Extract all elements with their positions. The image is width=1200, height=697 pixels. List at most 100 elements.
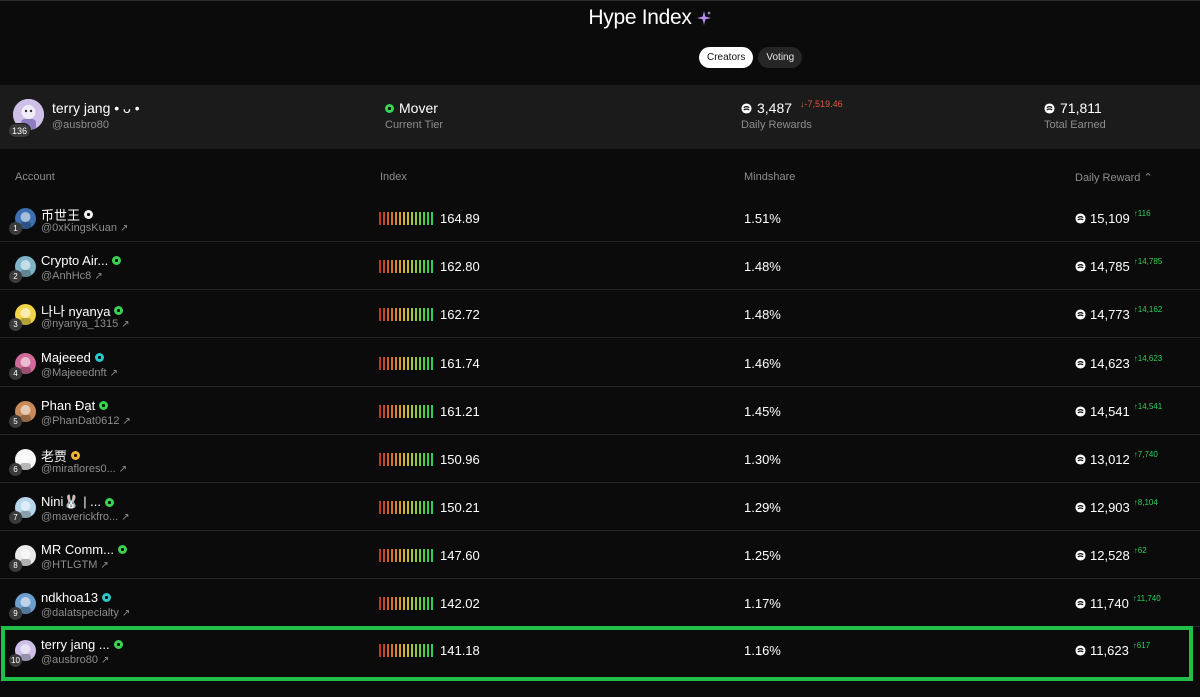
index-bars bbox=[379, 501, 433, 514]
daily-reward-delta: ↑14,623 bbox=[1133, 354, 1163, 363]
index-bar bbox=[419, 453, 421, 466]
index-bar bbox=[427, 597, 429, 610]
rank-badge: 3 bbox=[9, 318, 22, 331]
table-row[interactable]: 2 Crypto Air... @AnhHc8 ↗ 162.80 1.48% 14,785 ↑… bbox=[0, 242, 1200, 290]
index-bar bbox=[403, 260, 405, 273]
account-name[interactable]: Majeeed bbox=[41, 350, 104, 365]
index-bar bbox=[383, 357, 385, 370]
index-bar bbox=[423, 212, 425, 225]
external-link-icon[interactable]: ↗ bbox=[101, 655, 109, 666]
table-row[interactable]: 8 MR Comm... @HTLGTM ↗ 147.60 1.25% 12,528 ↑62 bbox=[0, 531, 1200, 579]
account-handle[interactable]: @dalatspecialty ↗ bbox=[41, 607, 130, 619]
account-handle[interactable]: @Majeeednft ↗ bbox=[41, 367, 118, 379]
daily-reward-value: 12,528 bbox=[1090, 548, 1130, 563]
index-bar bbox=[403, 308, 405, 321]
index-bar bbox=[387, 549, 389, 562]
account-name[interactable]: terry jang ... bbox=[41, 637, 123, 652]
account-name[interactable]: Crypto Air... bbox=[41, 253, 122, 268]
daily-reward: 14,541 ↑14,541 bbox=[1075, 402, 1163, 419]
table-row[interactable]: 4 Majeeed @Majeeednft ↗ 161.74 1.46% 14,623 ↑14… bbox=[0, 339, 1200, 387]
account-handle[interactable]: @ausbro80 ↗ bbox=[41, 654, 109, 666]
index-bar bbox=[411, 405, 413, 418]
account-name[interactable]: ndkhoa13 bbox=[41, 590, 112, 605]
user-handle[interactable]: @ausbro80 bbox=[52, 119, 109, 131]
external-link-icon[interactable]: ↗ bbox=[121, 319, 129, 330]
account-name[interactable]: Phan Đạt bbox=[41, 398, 109, 413]
index-bar bbox=[387, 644, 389, 657]
index-bar bbox=[423, 549, 425, 562]
index-bar bbox=[423, 453, 425, 466]
index-bar bbox=[379, 260, 381, 273]
hype-index-page: Hype Index Creators Voting 136 terry jan… bbox=[0, 0, 1200, 697]
index-bar bbox=[383, 453, 385, 466]
index-bar bbox=[403, 597, 405, 610]
tier-badge-icon bbox=[114, 306, 124, 315]
index-bar bbox=[399, 212, 401, 225]
account-name[interactable]: MR Comm... bbox=[41, 542, 127, 557]
sparkle-icon bbox=[696, 11, 711, 25]
tab-creators[interactable]: Creators bbox=[699, 47, 754, 68]
daily-reward: 13,012 ↑7,740 bbox=[1075, 450, 1158, 467]
table-row[interactable]: 5 Phan Đạt @PhanDat0612 ↗ 161.21 1.45% 14,541 ↑… bbox=[0, 387, 1200, 435]
view-tabs: Creators Voting bbox=[699, 47, 803, 68]
table-row[interactable]: 6 老贾 @miraflores0... ↗ 150.96 1.30% 13,012 ↑7,7… bbox=[0, 435, 1200, 483]
daily-reward-delta: ↑14,785 bbox=[1133, 257, 1163, 266]
account-handle-text: @miraflores0... bbox=[41, 463, 116, 475]
table-row[interactable]: 7 Nini🐰 | ... @maverickfro... ↗ 150.21 1.29% 1… bbox=[0, 483, 1200, 531]
tier-badge-icon bbox=[112, 256, 122, 265]
external-link-icon[interactable]: ↗ bbox=[100, 560, 108, 571]
table-row[interactable]: 1 币世王 @0xKingsKuan ↗ 164.89 1.51% 15,109 ↑116 bbox=[0, 194, 1200, 242]
account-name-text: ndkhoa13 bbox=[41, 590, 99, 605]
index-bar bbox=[399, 260, 401, 273]
index-bar bbox=[387, 405, 389, 418]
account-handle[interactable]: @nyanya_1315 ↗ bbox=[41, 318, 130, 330]
table-row[interactable]: 9 ndkhoa13 @dalatspecialty ↗ 142.02 1.17% 11,7… bbox=[0, 579, 1200, 627]
external-link-icon[interactable]: ↗ bbox=[110, 368, 118, 379]
index-bar bbox=[383, 549, 385, 562]
index-value: 150.21 bbox=[440, 500, 480, 515]
index-bars bbox=[379, 644, 433, 657]
mindshare-value: 1.51% bbox=[744, 211, 781, 226]
index-bar bbox=[427, 501, 429, 514]
index-bar bbox=[395, 260, 397, 273]
index-bar bbox=[419, 644, 421, 657]
daily-reward-delta: ↑14,541 bbox=[1133, 402, 1163, 411]
index-bar bbox=[411, 357, 413, 370]
daily-rewards-label: Daily Rewards bbox=[741, 119, 812, 131]
rank-badge: 4 bbox=[9, 367, 22, 380]
table-row[interactable]: 10 terry jang ... @ausbro80 ↗ 141.18 1.16% 11,… bbox=[1, 626, 1193, 681]
coin-icon bbox=[1044, 102, 1055, 114]
index-value: 162.80 bbox=[440, 259, 480, 274]
account-handle[interactable]: @AnhHc8 ↗ bbox=[41, 270, 103, 282]
tier-badge-icon bbox=[99, 401, 109, 410]
external-link-icon[interactable]: ↗ bbox=[119, 464, 127, 475]
tier-badge-icon bbox=[385, 103, 394, 113]
index-bar bbox=[391, 405, 393, 418]
account-handle[interactable]: @HTLGTM ↗ bbox=[41, 559, 109, 571]
account-handle-text: @AnhHc8 bbox=[41, 270, 92, 282]
index-bar bbox=[403, 405, 405, 418]
table-row[interactable]: 3 나나 nyanya @nyanya_1315 ↗ 162.72 1.48% 14,773… bbox=[0, 290, 1200, 338]
external-link-icon[interactable]: ↗ bbox=[122, 608, 130, 619]
account-handle[interactable]: @0xKingsKuan ↗ bbox=[41, 222, 128, 234]
external-link-icon[interactable]: ↗ bbox=[94, 271, 102, 282]
index-bar bbox=[427, 212, 429, 225]
account-handle[interactable]: @PhanDat0612 ↗ bbox=[41, 415, 131, 427]
index-bar bbox=[379, 644, 381, 657]
mindshare-value: 1.25% bbox=[744, 548, 781, 563]
tier-badge-icon bbox=[113, 640, 123, 649]
account-handle[interactable]: @maverickfro... ↗ bbox=[41, 511, 130, 523]
external-link-icon[interactable]: ↗ bbox=[121, 512, 129, 523]
index-bar bbox=[403, 501, 405, 514]
index-bar bbox=[383, 212, 385, 225]
index-bar bbox=[395, 405, 397, 418]
account-handle[interactable]: @miraflores0... ↗ bbox=[41, 463, 127, 475]
account-name[interactable]: Nini🐰 | ... bbox=[41, 494, 115, 510]
external-link-icon[interactable]: ↗ bbox=[122, 416, 130, 427]
tab-voting[interactable]: Voting bbox=[758, 47, 803, 68]
external-link-icon[interactable]: ↗ bbox=[120, 223, 128, 234]
column-header-index: Index bbox=[380, 171, 407, 183]
rank-badge: 1 bbox=[9, 222, 22, 235]
column-header-daily-reward-sort[interactable]: Daily Reward ⌃ bbox=[1075, 171, 1153, 184]
index-bar bbox=[399, 405, 401, 418]
